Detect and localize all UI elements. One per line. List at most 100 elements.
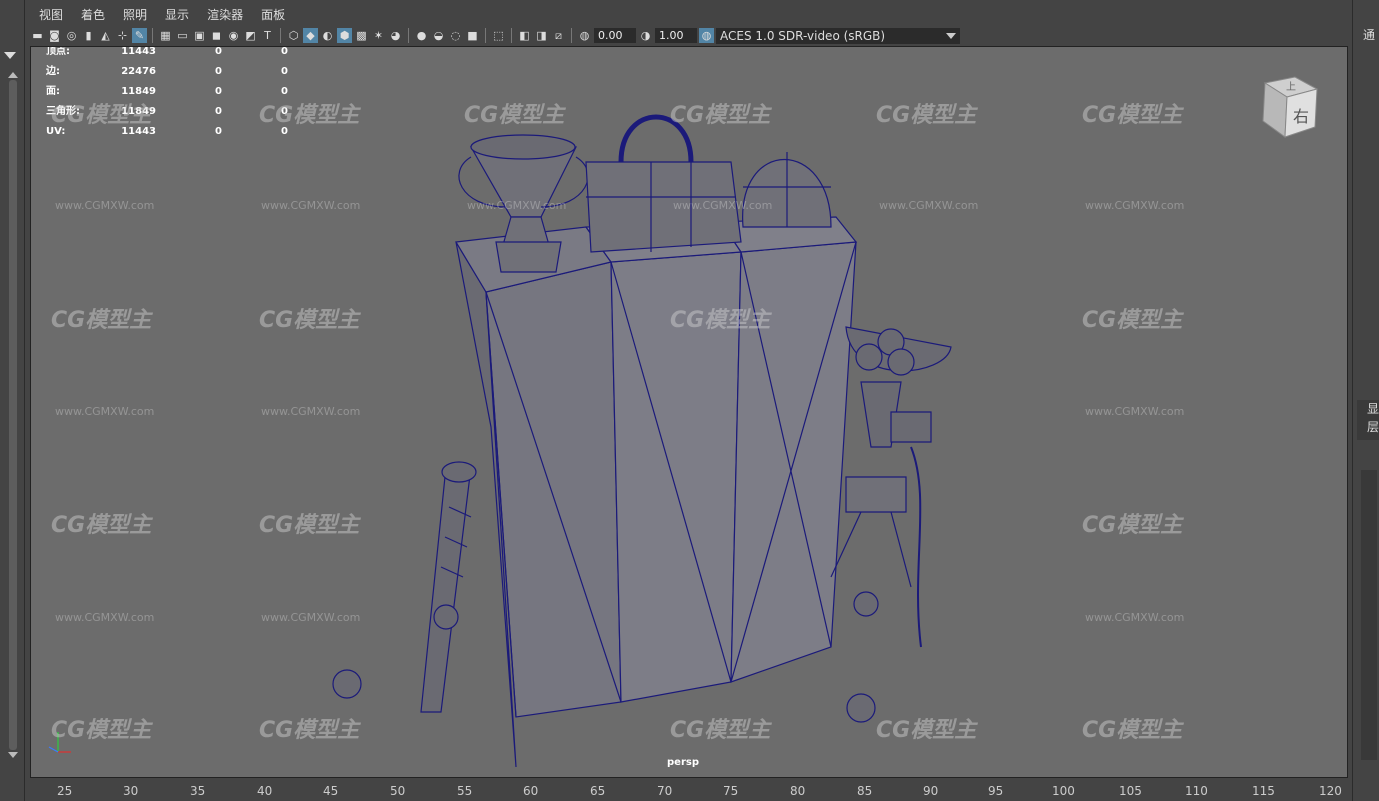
ruler-tick: 105 <box>1119 784 1142 798</box>
ruler-tick: 120 <box>1319 784 1342 798</box>
wireframe-icon[interactable]: ⬡ <box>286 28 301 43</box>
camera-icon[interactable]: ▬ <box>30 28 45 43</box>
ruler-tick: 100 <box>1052 784 1075 798</box>
panel-toolbar: ▬ ◙ ◎ ▮ ◭ ⊹ ✎ ▦ ▭ ▣ ◼ ◉ ◩ T ⬡ ◆ ◐ ⬢ ▩ ✶ … <box>30 26 1350 45</box>
color-management-icon[interactable]: ◍ <box>699 28 714 43</box>
chevron-down-icon <box>946 32 956 39</box>
watermark-url: www.CGMXW.com <box>55 199 155 212</box>
scroll-down-icon[interactable] <box>8 752 18 758</box>
left-scrollbar[interactable] <box>9 80 17 750</box>
resolution-gate-icon[interactable]: ▣ <box>192 28 207 43</box>
ruler-tick: 50 <box>390 784 406 798</box>
time-ruler[interactable]: 25 30 35 40 45 50 55 60 65 70 75 80 85 9… <box>30 778 1379 801</box>
hud-row: UV: 11443 0 0 <box>46 126 288 137</box>
watermark-logo: CG模型主 <box>670 308 771 333</box>
ruler-tick: 40 <box>257 784 273 798</box>
watermark-url: www.CGMXW.com <box>261 611 361 624</box>
xray-icon[interactable]: ◧ <box>517 28 532 43</box>
gamma-icon[interactable]: ◑ <box>638 28 653 43</box>
watermark-url: www.CGMXW.com <box>1085 611 1185 624</box>
menu-view[interactable]: 视图 <box>30 4 72 24</box>
ruler-tick: 65 <box>590 784 606 798</box>
watermark-logo: CG模型主 <box>670 103 771 128</box>
left-toolbox <box>0 0 25 801</box>
ruler-tick: 110 <box>1185 784 1208 798</box>
xray-active-icon[interactable]: ◨ <box>534 28 549 43</box>
depth-of-field-icon[interactable]: ■ <box>465 28 480 43</box>
exposure-field[interactable]: 0.00 <box>594 28 636 43</box>
watermark-logo: CG模型主 <box>876 103 977 128</box>
xray-joints-icon[interactable]: ⧄ <box>551 28 566 43</box>
smooth-shade-icon[interactable]: ◆ <box>303 28 318 43</box>
watermark-url: www.CGMXW.com <box>55 405 155 418</box>
safe-title-icon[interactable]: T <box>260 28 275 43</box>
layer-editor-tabs: 显 层 <box>1357 400 1379 440</box>
view-transform-select[interactable]: ACES 1.0 SDR-video (sRGB) <box>716 27 960 44</box>
ruler-tick: 60 <box>523 784 539 798</box>
gate-mask-icon[interactable]: ◼ <box>209 28 224 43</box>
watermark-logo: CG模型主 <box>1082 103 1183 128</box>
motion-blur-icon[interactable]: ◒ <box>431 28 446 43</box>
ruler-tick: 95 <box>988 784 1004 798</box>
image-plane-icon[interactable]: ◭ <box>98 28 113 43</box>
ruler-tick: 85 <box>857 784 873 798</box>
view-cube[interactable]: 上 右 <box>1259 75 1321 145</box>
right-scrollbar[interactable] <box>1361 470 1377 760</box>
menu-renderer[interactable]: 渲染器 <box>198 4 252 24</box>
menu-show[interactable]: 显示 <box>156 4 198 24</box>
scroll-up-icon[interactable] <box>8 72 18 78</box>
film-gate-icon[interactable]: ▭ <box>175 28 190 43</box>
watermark-logo: CG模型主 <box>1082 718 1183 743</box>
view-transform-value: ACES 1.0 SDR-video (sRGB) <box>720 28 886 43</box>
bookmark-icon[interactable]: ▮ <box>81 28 96 43</box>
ruler-tick: 80 <box>790 784 806 798</box>
menu-panels[interactable]: 面板 <box>252 4 294 24</box>
watermark-url: www.CGMXW.com <box>467 199 567 212</box>
isolate-select-icon[interactable]: ⬚ <box>491 28 506 43</box>
watermark-logo: CG模型主 <box>51 513 152 538</box>
watermark-logo: CG模型主 <box>259 718 360 743</box>
menu-shading[interactable]: 着色 <box>72 4 114 24</box>
watermark-logo: CG模型主 <box>1082 308 1183 333</box>
bookmark-camera-icon[interactable]: ◎ <box>64 28 79 43</box>
menu-lighting[interactable]: 照明 <box>114 4 156 24</box>
right-panel: 通 显 层 <box>1352 0 1379 801</box>
watermark-url: www.CGMXW.com <box>261 405 361 418</box>
3d-viewport[interactable]: 顶点: 11443 0 0 边: 22476 0 0 面: 11849 0 0 三角形: 11849… <box>30 46 1348 778</box>
chevron-down-icon[interactable] <box>4 52 16 59</box>
watermark-logo: CG模型主 <box>51 308 152 333</box>
watermark-logo: CG模型主 <box>1082 513 1183 538</box>
field-chart-icon[interactable]: ◉ <box>226 28 241 43</box>
use-all-lights-icon[interactable]: ✶ <box>371 28 386 43</box>
grid-icon[interactable]: ▦ <box>158 28 173 43</box>
wireframe-on-shaded-icon[interactable]: ⬢ <box>337 28 352 43</box>
ruler-tick: 35 <box>190 784 206 798</box>
display-layer-tab[interactable]: 显 <box>1357 400 1379 418</box>
watermark-logo: CG模型主 <box>464 103 565 128</box>
exposure-icon[interactable]: ◍ <box>577 28 592 43</box>
view-cube-top-label: 上 <box>1286 81 1296 93</box>
screen-space-ao-icon[interactable]: ● <box>414 28 429 43</box>
ruler-tick: 30 <box>123 784 139 798</box>
hud-row: 边: 22476 0 0 <box>46 66 288 77</box>
2d-pan-zoom-icon[interactable]: ⊹ <box>115 28 130 43</box>
shadows-icon[interactable]: ◕ <box>388 28 403 43</box>
view-cube-front-label: 右 <box>1293 107 1309 126</box>
channel-box-tab[interactable]: 通 <box>1363 26 1375 43</box>
watermark-url: www.CGMXW.com <box>55 611 155 624</box>
ruler-tick: 25 <box>57 784 73 798</box>
watermark-url: www.CGMXW.com <box>261 199 361 212</box>
gamma-field[interactable]: 1.00 <box>655 28 697 43</box>
camera-attributes-icon[interactable]: ◙ <box>47 28 62 43</box>
grease-pencil-icon[interactable]: ✎ <box>132 28 147 43</box>
camera-name-label: persp <box>667 757 699 768</box>
anti-alias-icon[interactable]: ◌ <box>448 28 463 43</box>
watermark-url: www.CGMXW.com <box>879 199 979 212</box>
layer-tab[interactable]: 层 <box>1357 418 1379 436</box>
textured-icon[interactable]: ▩ <box>354 28 369 43</box>
watermark-logo: CG模型主 <box>259 308 360 333</box>
safe-action-icon[interactable]: ◩ <box>243 28 258 43</box>
watermark-logo: CG模型主 <box>876 718 977 743</box>
default-material-icon[interactable]: ◐ <box>320 28 335 43</box>
ruler-tick: 90 <box>923 784 939 798</box>
